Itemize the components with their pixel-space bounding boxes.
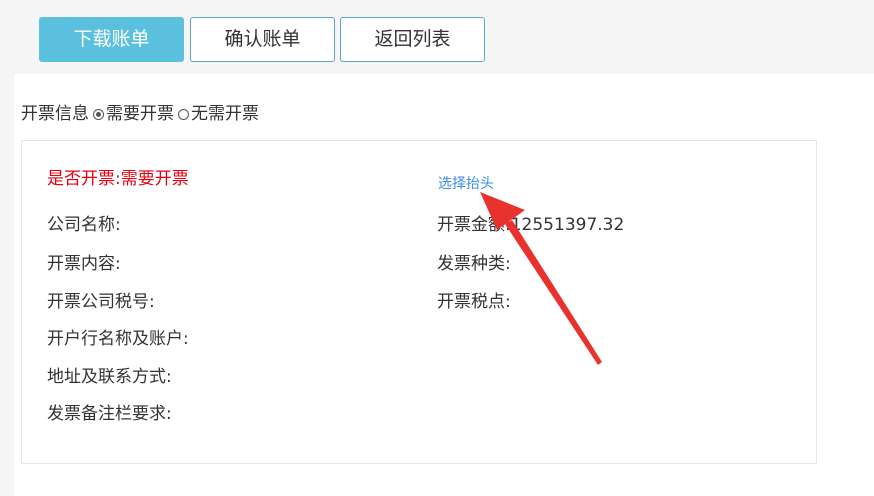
- invoice-status-text: 是否开票:需要开票: [47, 169, 189, 189]
- bank-account-label: 开户行名称及账户:: [47, 329, 189, 349]
- invoice-type-label: 发票种类:: [437, 254, 511, 274]
- toolbar: 下载账单 确认账单 返回列表: [0, 0, 874, 74]
- download-bill-button[interactable]: 下载账单: [39, 17, 184, 62]
- radio-need-invoice[interactable]: [93, 108, 104, 120]
- invoice-remark-label: 发票备注栏要求:: [47, 404, 172, 424]
- address-contact-label: 地址及联系方式:: [47, 367, 172, 387]
- invoice-option-row: 开票信息 需要开票 无需开票: [21, 102, 259, 126]
- main-content: 开票信息 需要开票 无需开票 是否开票:需要开票 选择抬头 公司名称: 开票金额…: [14, 74, 874, 496]
- radio-no-invoice[interactable]: [178, 108, 189, 120]
- invoice-amount-label: 开票金额:: [437, 215, 511, 235]
- radio-no-invoice-label[interactable]: 无需开票: [191, 102, 259, 126]
- radio-need-invoice-label[interactable]: 需要开票: [106, 102, 174, 126]
- invoice-amount-value: 12551397.32: [510, 215, 625, 235]
- tax-rate-label: 开票税点:: [437, 292, 511, 312]
- confirm-bill-button[interactable]: 确认账单: [190, 17, 335, 62]
- tax-id-label: 开票公司税号:: [47, 292, 155, 312]
- invoice-amount-field: 开票金额:12551397.32: [437, 213, 624, 237]
- back-to-list-button[interactable]: 返回列表: [340, 17, 485, 62]
- invoice-info-label: 开票信息: [21, 104, 89, 124]
- company-name-label: 公司名称:: [47, 215, 121, 235]
- invoice-detail-panel: 是否开票:需要开票 选择抬头 公司名称: 开票金额:12551397.32 开票…: [21, 140, 817, 464]
- invoice-content-label: 开票内容:: [47, 254, 121, 274]
- choose-header-link[interactable]: 选择抬头: [438, 174, 494, 194]
